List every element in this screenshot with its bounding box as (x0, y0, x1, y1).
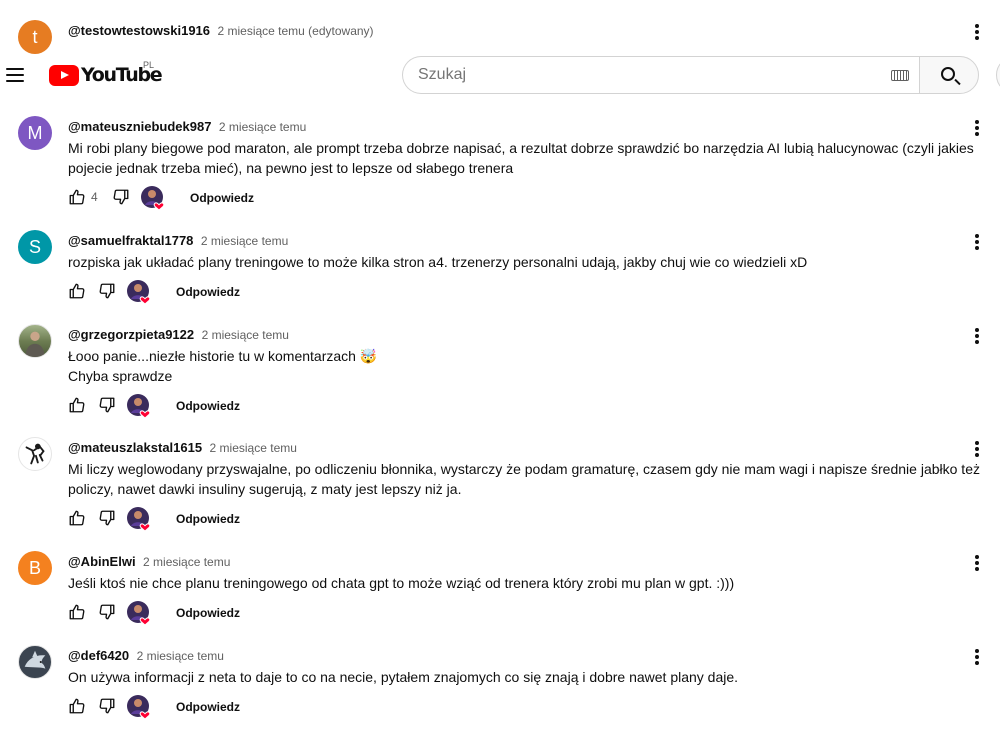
more-options-icon[interactable] (966, 116, 988, 140)
play-logo-icon (49, 64, 79, 86)
more-options-icon[interactable] (966, 437, 988, 461)
voice-search-button[interactable] (996, 56, 1000, 94)
creator-heart-icon (127, 507, 151, 531)
avatar[interactable]: B (18, 551, 52, 585)
reply-button[interactable]: Odpowiedz (176, 700, 240, 714)
reply-button[interactable]: Odpowiedz (176, 399, 240, 413)
comment-author[interactable]: @samuelfraktal1778 (68, 233, 193, 248)
comment-text: Mi robi plany biegowe pod maraton, ale p… (68, 140, 974, 176)
comment-time[interactable]: 2 miesiące temu (edytowany) (217, 24, 373, 38)
dislike-icon[interactable] (112, 188, 130, 206)
reply-button[interactable]: Odpowiedz (190, 191, 254, 205)
creator-heart-icon (127, 601, 151, 625)
reply-button[interactable]: Odpowiedz (176, 512, 240, 526)
like-icon[interactable] (68, 188, 86, 206)
avatar-letter: M (27, 122, 43, 143)
avatar-letter: t (32, 26, 38, 47)
avatar[interactable]: t (18, 20, 52, 54)
creator-heart-icon (127, 695, 151, 719)
dislike-icon[interactable] (98, 396, 116, 414)
comment-text: rozpiska jak układać plany treningowe to… (68, 254, 808, 270)
like-icon[interactable] (68, 396, 86, 414)
like-icon[interactable] (68, 509, 86, 527)
comment-meta: @grzegorzpieta9122 2 miesiące temu (68, 326, 289, 344)
comment-time[interactable]: 2 miesiące temu (137, 649, 224, 663)
avatar[interactable] (18, 437, 52, 471)
more-options-icon[interactable] (966, 551, 988, 575)
avatar[interactable]: S (18, 230, 52, 264)
comment-text: Mi liczy weglowodany przyswajalne, po od… (68, 461, 980, 497)
creator-heart-icon (127, 280, 151, 304)
dislike-icon[interactable] (98, 697, 116, 715)
region-code: PL (143, 60, 155, 70)
comment-meta: @testowtestowski1916 2 miesiące temu (ed… (68, 22, 374, 40)
avatar[interactable] (18, 645, 52, 679)
reply-button[interactable]: Odpowiedz (176, 285, 240, 299)
avatar-letter: B (28, 557, 41, 578)
dislike-icon[interactable] (98, 509, 116, 527)
comment-time[interactable]: 2 miesiące temu (210, 441, 297, 455)
reply-button[interactable]: Odpowiedz (176, 606, 240, 620)
comment-author[interactable]: @AbinElwi (68, 554, 136, 569)
avatar-letter: S (28, 236, 41, 257)
more-options-icon[interactable] (966, 20, 988, 44)
comment-text: Jeśli ktoś nie chce planu treningowego o… (68, 575, 735, 591)
comment-text-line: Łooo panie...niezłe historie tu w koment… (68, 348, 378, 364)
comment-time[interactable]: 2 miesiące temu (201, 234, 288, 248)
avatar[interactable] (18, 324, 52, 358)
more-options-icon[interactable] (966, 230, 988, 254)
comment-time[interactable]: 2 miesiące temu (202, 328, 289, 342)
like-icon[interactable] (68, 603, 86, 621)
search-button[interactable] (919, 56, 979, 94)
comment-meta: @mateuszlakstal1615 2 miesiące temu (68, 439, 297, 457)
like-icon[interactable] (68, 697, 86, 715)
masthead: YouTube PL (0, 56, 1000, 96)
comment-partial: t @testowtestowski1916 2 miesiące temu (… (0, 0, 1000, 56)
dislike-icon[interactable] (98, 282, 116, 300)
sketch-avatar-icon (25, 443, 45, 465)
comment-meta: @def6420 2 miesiące temu (68, 647, 224, 665)
search-icon (941, 67, 955, 81)
comment-text-line: Chyba sprawdze (68, 368, 173, 384)
comment-author[interactable]: @mateuszniebudek987 (68, 119, 211, 134)
comment-meta: @AbinElwi 2 miesiące temu (68, 553, 230, 571)
like-icon[interactable] (68, 282, 86, 300)
comment-author[interactable]: @def6420 (68, 648, 129, 663)
comment-text: Łooo panie...niezłe historie tu w koment… (68, 346, 998, 386)
comment-meta: @samuelfraktal1778 2 miesiące temu (68, 232, 288, 250)
creator-heart-icon (141, 186, 165, 210)
search-box (402, 56, 920, 94)
comment-time[interactable]: 2 miesiące temu (143, 555, 230, 569)
avatar[interactable]: M (18, 116, 52, 150)
keyboard-icon[interactable] (891, 70, 909, 81)
shark-avatar-icon (24, 650, 46, 669)
creator-heart-icon (127, 394, 151, 418)
user-photo-icon (25, 331, 45, 357)
search-input[interactable] (418, 57, 878, 93)
like-count: 4 (91, 190, 98, 204)
comment-meta: @mateuszniebudek987 2 miesiące temu (68, 118, 306, 136)
comment-text: On używa informacji z neta to daje to co… (68, 669, 739, 685)
menu-icon[interactable] (6, 64, 24, 88)
comment-author[interactable]: @grzegorzpieta9122 (68, 327, 194, 342)
more-options-icon[interactable] (966, 324, 988, 348)
comment-author[interactable]: @mateuszlakstal1615 (68, 440, 202, 455)
more-options-icon[interactable] (966, 645, 988, 669)
comment-author[interactable]: @testowtestowski1916 (68, 23, 210, 38)
dislike-icon[interactable] (98, 603, 116, 621)
comment-time[interactable]: 2 miesiące temu (219, 120, 306, 134)
